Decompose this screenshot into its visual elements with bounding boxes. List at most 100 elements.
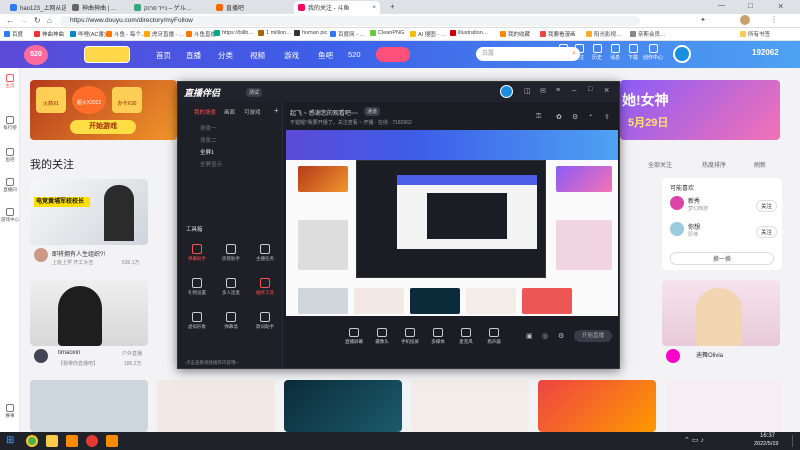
clock-date[interactable]: 2022/5/19 <box>754 441 778 447</box>
stream-card-thumb[interactable] <box>411 380 529 432</box>
scene-item[interactable]: 全屏显示 <box>200 160 222 168</box>
nav-video[interactable]: 视频 <box>250 50 265 61</box>
close-tab-icon[interactable]: × <box>372 5 376 11</box>
sidebar-item-games[interactable]: 游戏中心 <box>0 208 20 223</box>
tool-lyrics[interactable]: 歌词助手 <box>252 312 278 330</box>
tab-games[interactable]: 可游戏 <box>244 108 261 116</box>
tool-lottery[interactable]: 抽奖工具 <box>252 278 278 296</box>
avatar[interactable] <box>34 349 48 363</box>
chrome-icon[interactable] <box>26 435 38 447</box>
tab-scenes[interactable]: 我的场景 <box>194 108 216 116</box>
stream-card-thumb[interactable] <box>538 380 656 432</box>
tool-tasks[interactable]: 主播任务 <box>252 244 278 262</box>
skin-icon[interactable]: ◫ <box>524 87 531 95</box>
browser-tab[interactable]: 直播吧 <box>212 1 276 14</box>
sidebar-item-home[interactable]: 主页 <box>0 74 20 89</box>
tool-room-admin[interactable]: 房管助手 <box>218 244 244 262</box>
sidebar-item-events[interactable]: 赛事 <box>0 404 20 419</box>
game-banner[interactable]: 火箭X1 超火X2022 办卡X30 开始游戏 <box>30 80 177 140</box>
tool-gifts[interactable]: 礼物设置 <box>184 278 210 296</box>
back-icon[interactable]: ← <box>6 16 14 25</box>
scene-item-active[interactable]: 全屏1 <box>200 148 214 156</box>
forward-icon[interactable]: → <box>20 16 28 25</box>
close-icon[interactable]: × <box>604 85 609 95</box>
douyu-logo[interactable] <box>84 46 130 63</box>
stream-card-thumb[interactable] <box>30 280 148 346</box>
settings-icon[interactable]: ⚙ <box>558 332 564 340</box>
promo-button[interactable] <box>376 47 410 62</box>
bookmark-item[interactable]: 我要看漫画 <box>540 30 576 38</box>
new-tab-icon[interactable]: + <box>390 2 395 11</box>
event-badge[interactable]: 520 <box>24 45 48 65</box>
app-icon[interactable] <box>66 435 78 447</box>
bookmark-item[interactable]: AI 搜图 - … <box>410 30 446 38</box>
source-screen[interactable]: 直播屏幕 <box>340 328 368 345</box>
bookmark-item[interactable]: 我的收藏 <box>500 30 530 38</box>
nav-home[interactable]: 首页 <box>156 50 171 61</box>
stream-card-thumb[interactable] <box>30 380 148 432</box>
windows-start-icon[interactable]: ⊞ <box>6 435 14 446</box>
user-avatar[interactable] <box>673 45 691 63</box>
sidebar-item-rank[interactable]: 排行榜 <box>0 116 20 131</box>
nav-yuba[interactable]: 鱼吧 <box>318 50 333 61</box>
card-streamer[interactable]: timaoxin <box>58 350 80 356</box>
nav-game[interactable]: 游戏 <box>284 50 299 61</box>
show-desktop-button[interactable] <box>792 435 798 447</box>
bookmark-item[interactable]: https://bilib… <box>214 30 254 36</box>
close-window-icon[interactable]: × <box>778 1 783 11</box>
stream-preview[interactable] <box>286 130 618 316</box>
sort-dropdown[interactable]: 热度排序 <box>702 160 726 169</box>
refresh-button[interactable]: 刷新 <box>754 160 766 169</box>
message-icon[interactable]: ✉ <box>540 87 546 95</box>
bookmark-item[interactable]: human pic <box>294 30 327 36</box>
recommend-name[interactable]: 新秀 <box>688 196 700 205</box>
bookmark-item[interactable]: 百度网 - … <box>330 30 365 38</box>
tool-danmaku[interactable]: 弹幕助手 <box>184 244 210 262</box>
bookmark-item[interactable]: 斗鱼 - 每个… <box>106 30 146 38</box>
browser-tab[interactable]: hao123_上网从这里开始 <box>6 1 66 14</box>
bookmark-item[interactable]: 哔哩(AC番) <box>70 30 106 38</box>
tab-canvas[interactable]: 画面 <box>224 108 235 116</box>
app-icon[interactable] <box>106 435 118 447</box>
minimize-icon[interactable]: – <box>572 86 576 95</box>
nav-category[interactable]: 分类 <box>218 50 233 61</box>
filter-dropdown[interactable]: 全部关注 <box>648 160 672 169</box>
stream-card-thumb[interactable] <box>157 380 275 432</box>
scene-item[interactable]: 场景一 <box>200 124 217 132</box>
add-scene-icon[interactable]: + <box>274 106 279 115</box>
user-avatar[interactable] <box>500 85 513 98</box>
bookmark-item[interactable]: 奈斯会员… <box>630 30 666 38</box>
card-title[interactable]: 即将拥有人生组织?! <box>52 249 122 258</box>
file-explorer-icon[interactable] <box>46 435 58 447</box>
follow-button[interactable]: 关注 <box>756 200 778 212</box>
header-download[interactable]: 下载 <box>622 44 644 61</box>
gift-icon[interactable]: ✿ <box>556 113 562 121</box>
mic-control[interactable]: 麦克风 <box>452 328 480 345</box>
bookmark-item[interactable]: 阳光影视… <box>586 30 622 38</box>
browser-tab-active[interactable]: 我的关注 - 斗鱼 × <box>294 1 380 14</box>
avatar[interactable] <box>740 15 750 25</box>
bell-icon[interactable]: ◔ <box>588 113 592 120</box>
url-input[interactable]: https://www.douyu.com/directory/myFollow <box>60 16 640 26</box>
record-icon[interactable]: ▣ <box>526 332 533 340</box>
bookmark-item[interactable]: 虎牙直播 - … <box>144 30 184 38</box>
clock-time[interactable]: 16:37 <box>760 433 775 439</box>
settings-icon[interactable]: ≡ <box>556 87 560 94</box>
bookmark-folder[interactable]: 所有书签 <box>740 30 770 38</box>
quality-icon[interactable]: ◎ <box>542 332 548 340</box>
nav-520[interactable]: 520 <box>348 50 361 59</box>
stream-card-thumb[interactable] <box>662 280 780 346</box>
lock-icon[interactable]: ⚿ <box>536 113 541 121</box>
browser-tab[interactable]: 神曲神曲 | … <box>68 1 128 14</box>
stream-title[interactable]: 起飞 ~ 感谢您的观看吧~~ <box>290 108 358 117</box>
settings-icon[interactable]: ⚙ <box>572 113 578 121</box>
stream-card-thumb[interactable] <box>284 380 402 432</box>
reload-icon[interactable]: ↻ <box>34 16 41 25</box>
source-media[interactable]: 多媒体 <box>424 328 452 345</box>
stream-card-thumb[interactable] <box>665 380 783 432</box>
browser-tab[interactable]: נייד פרנק – ゲル… <box>130 1 202 14</box>
avatar[interactable] <box>670 222 684 236</box>
nav-live[interactable]: 直播 <box>186 50 201 61</box>
header-creator[interactable]: 创作中心 <box>642 44 664 61</box>
bookmark-item[interactable]: illustration… <box>450 30 488 36</box>
